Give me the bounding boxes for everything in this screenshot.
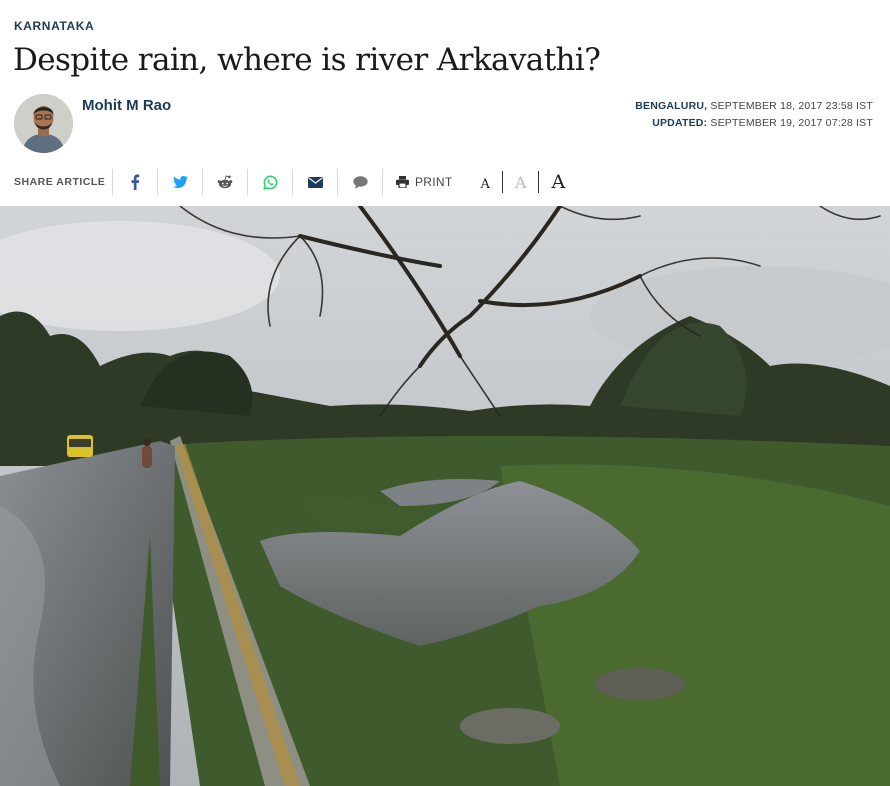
whatsapp-icon bbox=[262, 174, 277, 190]
print-label: PRINT bbox=[415, 175, 453, 189]
updated-label: UPDATED: bbox=[652, 117, 708, 129]
font-size-small-button[interactable]: A bbox=[469, 173, 502, 192]
facebook-icon bbox=[131, 174, 140, 190]
location: BENGALURU, bbox=[635, 100, 708, 112]
section-label[interactable]: KARNATAKA bbox=[14, 19, 94, 33]
comment-icon bbox=[352, 175, 368, 189]
author-avatar[interactable] bbox=[14, 94, 73, 153]
font-size-large-button[interactable]: A bbox=[539, 171, 577, 193]
print-icon bbox=[396, 176, 409, 188]
updated-date: SEPTEMBER 19, 2017 07:28 IST bbox=[710, 117, 873, 129]
reddit-icon bbox=[217, 175, 233, 189]
share-twitter-button[interactable] bbox=[158, 167, 202, 197]
article-headline: Despite rain, where is river Arkavathi? bbox=[13, 42, 601, 78]
comment-button[interactable] bbox=[338, 167, 382, 197]
share-email-button[interactable] bbox=[293, 167, 337, 197]
dateline: BENGALURU, SEPTEMBER 18, 2017 23:58 IST … bbox=[635, 98, 873, 132]
share-article-label: SHARE ARTICLE bbox=[14, 176, 106, 188]
share-bar: SHARE ARTICLE PRINT A A A bbox=[0, 166, 890, 198]
share-whatsapp-button[interactable] bbox=[248, 167, 292, 197]
twitter-icon bbox=[172, 176, 188, 188]
font-size-controls: A A A bbox=[469, 171, 578, 193]
article-hero-image bbox=[0, 206, 890, 786]
author-name[interactable]: Mohit M Rao bbox=[82, 97, 171, 114]
font-size-medium-button[interactable]: A bbox=[503, 173, 539, 192]
email-icon bbox=[307, 176, 323, 188]
published-date: SEPTEMBER 18, 2017 23:58 IST bbox=[710, 100, 873, 112]
share-facebook-button[interactable] bbox=[113, 167, 157, 197]
share-reddit-button[interactable] bbox=[203, 167, 247, 197]
print-button[interactable]: PRINT bbox=[383, 167, 467, 197]
